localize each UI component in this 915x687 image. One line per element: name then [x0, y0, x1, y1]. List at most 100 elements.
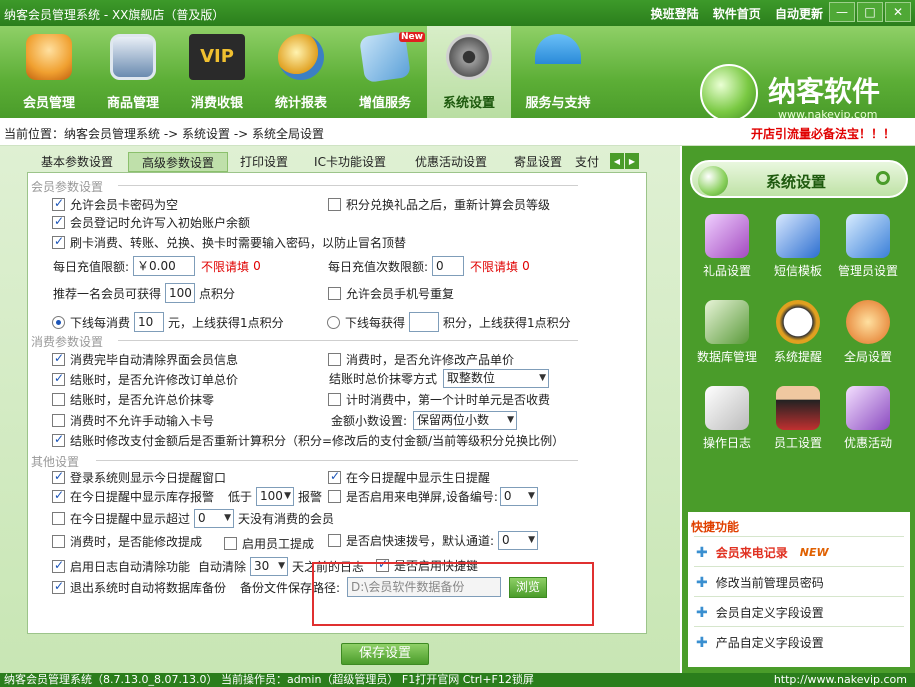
- promo-link[interactable]: 开店引流量必备法宝！！！: [751, 125, 895, 142]
- stock-alarm-row[interactable]: 在今日提醒中显示库存报警 低于 100 报警: [52, 487, 322, 506]
- checkbox[interactable]: [328, 490, 341, 503]
- checkbox[interactable]: [52, 558, 65, 573]
- opt-show-birthday[interactable]: 在今日提醒中显示生日提醒: [328, 469, 490, 486]
- tab-display[interactable]: 寄显设置: [502, 152, 574, 172]
- opt-allow-modify-total[interactable]: 结账时，是否允许修改订单总价: [52, 371, 238, 388]
- tab-advanced-params[interactable]: 高级参数设置: [128, 152, 228, 172]
- checkbox[interactable]: [328, 393, 341, 406]
- quick-member-custom-fields[interactable]: ✚ 会员自定义字段设置: [696, 604, 824, 621]
- operation-log-button[interactable]: 操作日志: [691, 386, 763, 451]
- opt-require-pwd[interactable]: 刷卡消费、转账、兑换、换卡时需要输入密码，以防止冒名顶替: [52, 234, 406, 251]
- toolbar-consume-checkout[interactable]: VIP 消费收银: [175, 26, 259, 118]
- auto-backup-row[interactable]: 退出系统时自动将数据库备份 备份文件保存路径:: [52, 579, 340, 596]
- toolbar-statistics-report[interactable]: 统计报表: [259, 26, 343, 118]
- decimal-select[interactable]: 保留两位小数: [413, 411, 518, 430]
- quick-product-custom-fields[interactable]: ✚ 产品自定义字段设置: [696, 634, 824, 651]
- quick-caller-record[interactable]: ✚ 会员来电记录 NEW: [696, 544, 829, 561]
- status-url[interactable]: http://www.nakevip.com: [774, 673, 907, 687]
- opt-show-reminder[interactable]: 登录系统则显示今日提醒窗口: [52, 469, 226, 486]
- checkbox[interactable]: [328, 469, 341, 484]
- opt-no-manual-card[interactable]: 消费时不允许手动输入卡号: [52, 412, 214, 429]
- offline-spend-input[interactable]: 10: [134, 312, 165, 332]
- checkbox[interactable]: [52, 488, 65, 503]
- radio[interactable]: [52, 315, 65, 329]
- auto-update-link[interactable]: 自动更新: [775, 7, 823, 21]
- switch-shift-link[interactable]: 换班登陆: [651, 7, 699, 21]
- checkbox[interactable]: [52, 214, 65, 229]
- minimize-button[interactable]: —: [829, 2, 855, 22]
- opt-timed-first-unit[interactable]: 计时消费中，第一个计时单元是否收费: [328, 391, 550, 408]
- maximize-button[interactable]: □: [857, 2, 883, 22]
- checkbox[interactable]: [328, 287, 341, 300]
- caller-device-select[interactable]: 0: [499, 487, 538, 506]
- checkbox[interactable]: [328, 534, 341, 547]
- checkbox[interactable]: [52, 414, 65, 427]
- toolbar-product-management[interactable]: 商品管理: [91, 26, 175, 118]
- quick-change-admin-pwd[interactable]: ✚ 修改当前管理员密码: [696, 574, 824, 591]
- close-button[interactable]: ✕: [885, 2, 911, 22]
- promotion-button[interactable]: 优惠活动: [832, 386, 904, 451]
- daily-count-input[interactable]: 0: [432, 256, 465, 276]
- opt-allow-modify-price[interactable]: 消费时，是否允许修改产品单价: [328, 351, 514, 368]
- toolbar-service-support[interactable]: 服务与支持: [511, 26, 605, 118]
- auto-clear-days-select[interactable]: 30: [250, 557, 289, 576]
- checkbox[interactable]: [52, 234, 65, 249]
- opt-recalc-level[interactable]: 积分兑换礼品之后，重新计算会员等级: [328, 196, 550, 213]
- checkbox[interactable]: [52, 371, 65, 386]
- checkbox[interactable]: [52, 469, 65, 484]
- stock-threshold-select[interactable]: 100: [256, 487, 295, 506]
- tab-basic-params[interactable]: 基本参数设置: [27, 152, 127, 172]
- checkbox[interactable]: [224, 537, 237, 550]
- checkbox[interactable]: [52, 196, 65, 211]
- checkbox[interactable]: [52, 432, 65, 447]
- staff-settings-button[interactable]: 员工设置: [762, 386, 834, 451]
- gift-settings-button[interactable]: 礼品设置: [691, 214, 763, 279]
- opt-modify-commission[interactable]: 消费时，是否能修改提成: [52, 533, 202, 550]
- system-reminder-button[interactable]: 系统提醒: [762, 300, 834, 365]
- software-home-link[interactable]: 软件首页: [713, 7, 761, 21]
- tab-print[interactable]: 打印设置: [229, 152, 299, 172]
- gift-settings-icon: [705, 214, 749, 258]
- checkbox[interactable]: [52, 579, 65, 594]
- checkbox[interactable]: [52, 512, 65, 525]
- opt-allow-init-balance[interactable]: 会员登记时允许写入初始账户余额: [52, 214, 250, 231]
- exceed-days-select[interactable]: 0: [194, 509, 235, 528]
- global-settings-button[interactable]: 全局设置: [832, 300, 904, 365]
- exceed-row[interactable]: 在今日提醒中显示超过 0 天没有消费的会员: [52, 509, 334, 528]
- sms-template-button[interactable]: 短信模板: [762, 214, 834, 279]
- offline-earn-input[interactable]: [409, 312, 440, 332]
- rounding-select[interactable]: 取整数位: [443, 369, 550, 388]
- toolbar-member-management[interactable]: 会员管理: [7, 26, 91, 118]
- admin-settings-button[interactable]: 管理员设置: [832, 214, 904, 279]
- daily-limit-input[interactable]: ￥0.00: [133, 256, 196, 276]
- tab-scroll-left-icon[interactable]: ◀: [610, 153, 624, 169]
- save-settings-button[interactable]: 保存设置: [341, 643, 429, 665]
- opt-allow-dup-phone[interactable]: 允许会员手机号重复: [328, 285, 454, 302]
- opt-recalc-points[interactable]: 结账时修改支付金额后是否重新计算积分（积分=修改后的支付金额/当前等级积分兑换比…: [52, 432, 564, 449]
- opt-allow-round-total[interactable]: 结账时，是否允许总价抹零: [52, 391, 214, 408]
- opt-allow-empty-pwd[interactable]: 允许会员卡密码为空: [52, 196, 178, 213]
- checkbox[interactable]: [328, 353, 341, 366]
- toolbar-value-added-services[interactable]: New 增值服务: [343, 26, 427, 118]
- caller-popup-row[interactable]: 是否启用来电弹屏,设备编号: 0: [328, 487, 538, 506]
- tab-promotion[interactable]: 优惠活动设置: [401, 152, 501, 172]
- opt-staff-commission[interactable]: 启用员工提成: [224, 535, 314, 552]
- recommend-points-input[interactable]: 100: [165, 283, 196, 303]
- tab-scroll-right-icon[interactable]: ▶: [625, 153, 639, 169]
- gears-icon: [446, 34, 492, 80]
- dial-channel-select[interactable]: 0: [498, 531, 539, 550]
- toolbar-system-settings[interactable]: 系统设置: [427, 26, 511, 118]
- checkbox[interactable]: [328, 198, 341, 211]
- offline-earn-row[interactable]: 下线每获得 积分，上线获得1点积分: [327, 312, 571, 332]
- opt-clear-info[interactable]: 消费完毕自动清除界面会员信息: [52, 351, 238, 368]
- checkbox[interactable]: [52, 535, 65, 548]
- quick-dial-row[interactable]: 是否启快速拨号，默认通道: 0: [328, 531, 539, 550]
- radio[interactable]: [327, 315, 340, 329]
- offline-spend-row[interactable]: 下线每消费 10 元，上线获得1点积分: [52, 312, 284, 332]
- checkbox[interactable]: [52, 351, 65, 366]
- database-management-button[interactable]: 数据库管理: [691, 300, 763, 365]
- tab-ic-card[interactable]: IC卡功能设置: [300, 152, 400, 172]
- tab-payment[interactable]: 支付: [575, 152, 615, 172]
- checkbox[interactable]: [52, 393, 65, 406]
- group-line: [118, 185, 578, 186]
